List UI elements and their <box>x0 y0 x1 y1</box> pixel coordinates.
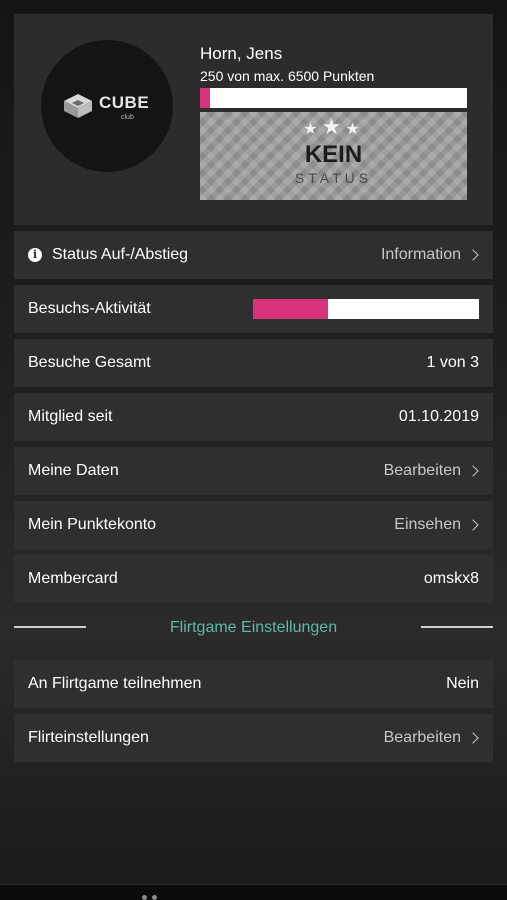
row-label: Besuchs-Aktivität <box>28 300 151 317</box>
information-link[interactable]: Information <box>381 246 461 264</box>
divider-line <box>421 626 493 628</box>
section-title: Flirtgame Einstellungen <box>169 619 338 636</box>
edit-flirt-settings-link[interactable]: Bearbeiten <box>384 729 461 747</box>
total-visits-value: 1 von 3 <box>426 354 479 371</box>
row-label: Besuche Gesamt <box>28 354 151 371</box>
row-status-change[interactable]: i Status Auf-/Abstieg Information <box>14 231 493 279</box>
points-summary: 250 von max. 6500 Punkten <box>200 68 375 84</box>
row-my-data[interactable]: Meine Daten Bearbeiten <box>14 447 493 495</box>
row-flirtgame-participate[interactable]: An Flirtgame teilnehmen Nein <box>14 660 493 708</box>
profile-screen: CUBE club Horn, Jens 250 von max. 6500 P… <box>0 0 507 900</box>
row-label: Flirteinstellungen <box>28 729 149 746</box>
row-label: Mein Punktekonto <box>28 516 157 533</box>
row-visit-activity: Besuchs-Aktivität <box>14 285 493 333</box>
logo-wordmark: CUBE <box>99 93 150 112</box>
profile-card: CUBE club Horn, Jens 250 von max. 6500 P… <box>14 14 493 225</box>
row-flirt-settings[interactable]: Flirteinstellungen Bearbeiten <box>14 714 493 762</box>
chevron-right-icon <box>467 519 479 531</box>
chevron-right-icon <box>467 249 479 261</box>
member-name: Horn, Jens <box>200 44 283 63</box>
status-badge: ★★★ KEIN STATUS <box>200 112 467 200</box>
row-membercard: Membercard omskx8 <box>14 555 493 603</box>
activity-progress-bar <box>253 299 479 319</box>
points-progress-bar <box>200 88 467 108</box>
info-icon: i <box>28 248 42 262</box>
cube-logo-icon <box>64 94 92 118</box>
bottom-bar <box>0 884 507 900</box>
view-points-link[interactable]: Einsehen <box>394 516 461 534</box>
row-label: Mitglied seit <box>28 408 113 425</box>
membercard-value: omskx8 <box>423 570 479 587</box>
logo-subtitle: club <box>121 114 134 121</box>
row-total-visits: Besuche Gesamt 1 von 3 <box>14 339 493 387</box>
status-title: KEIN <box>304 141 363 168</box>
participate-value[interactable]: Nein <box>446 675 479 693</box>
row-member-since: Mitglied seit 01.10.2019 <box>14 393 493 441</box>
more-dots-icon[interactable] <box>142 895 166 900</box>
points-progress-fill <box>200 88 211 108</box>
status-stars-icon: ★★★ <box>303 114 364 139</box>
member-since-value: 01.10.2019 <box>398 408 479 425</box>
flirtgame-section-header: Flirtgame Einstellungen <box>14 614 493 642</box>
chevron-right-icon <box>467 465 479 477</box>
row-label: An Flirtgame teilnehmen <box>28 675 202 692</box>
row-label: Meine Daten <box>28 462 119 479</box>
club-logo: CUBE club <box>41 40 173 172</box>
activity-progress-fill <box>253 299 328 319</box>
status-subtitle: STATUS <box>294 170 373 186</box>
row-points-account[interactable]: Mein Punktekonto Einsehen <box>14 501 493 549</box>
row-label: Status Auf-/Abstieg <box>52 246 189 263</box>
chevron-right-icon <box>467 732 479 744</box>
row-label: Membercard <box>28 570 118 587</box>
edit-my-data-link[interactable]: Bearbeiten <box>384 462 461 480</box>
